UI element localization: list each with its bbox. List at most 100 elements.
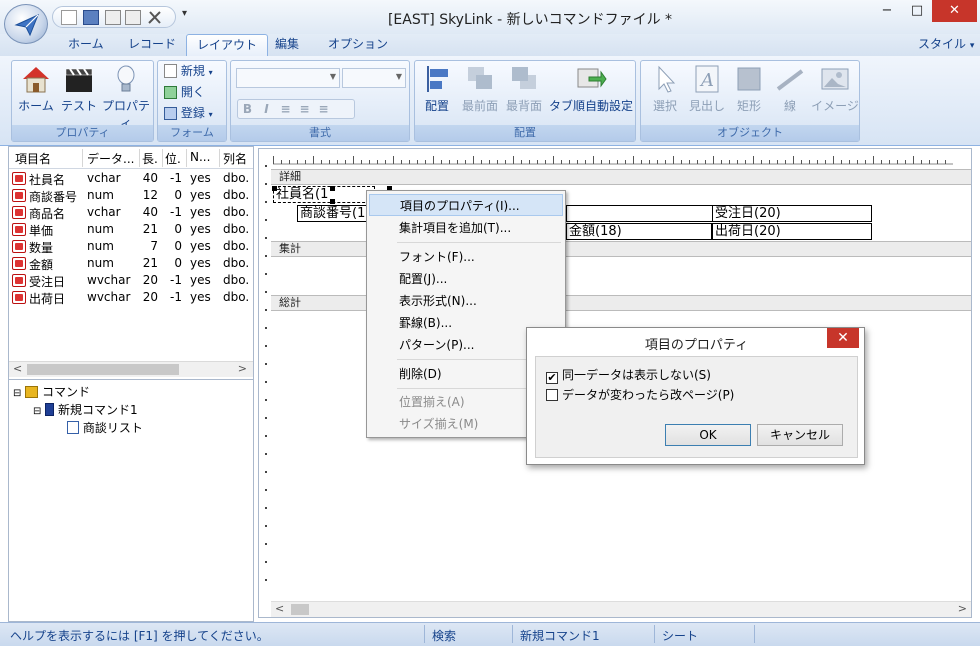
- field-cell: dbo.: [223, 256, 250, 270]
- tab-order-auto-button[interactable]: タブ順自動設定: [547, 63, 635, 114]
- tab-order-auto-label: タブ順自動設定: [548, 99, 633, 113]
- report-field-order-date[interactable]: 受注日(20): [712, 205, 872, 222]
- collapse-icon[interactable]: ⊟: [33, 406, 41, 417]
- field-row[interactable]: 商品名 vchar 40 -1 yes dbo.: [9, 204, 253, 221]
- register-form-button[interactable]: 登録 ▾: [164, 103, 213, 123]
- ribbon-group-property: ホーム テスト プロパティ プロパティ: [11, 60, 154, 142]
- page-break-on-change-checkbox[interactable]: データが変わったら改ページ(P): [546, 387, 734, 403]
- send-to-back-button[interactable]: 最背面: [503, 63, 545, 114]
- tree-node-command[interactable]: ⊟ コマンド: [13, 384, 90, 400]
- scroll-thumb[interactable]: [291, 604, 309, 615]
- menu-item-field-properties[interactable]: 項目のプロパティ(I)...: [369, 194, 563, 216]
- column-header-nullable[interactable]: N...: [190, 150, 210, 164]
- scroll-right-arrow-icon[interactable]: >: [238, 362, 247, 375]
- minimize-button[interactable]: −: [872, 0, 902, 22]
- report-field-blank[interactable]: [566, 205, 712, 222]
- dialog-close-button[interactable]: ✕: [827, 328, 859, 348]
- maximize-button[interactable]: □: [902, 0, 932, 22]
- column-header-item-name[interactable]: 項目名: [15, 150, 51, 167]
- field-cell: 社員名: [29, 173, 66, 187]
- ok-button[interactable]: OK: [665, 424, 751, 446]
- checkbox-checked[interactable]: ✔: [546, 372, 558, 384]
- book-icon: [45, 403, 55, 416]
- field-cell: 21: [142, 222, 158, 236]
- column-header-length[interactable]: 長.: [142, 150, 158, 167]
- collapse-icon[interactable]: ⊟: [13, 388, 21, 399]
- style-menu-label: スタイル: [918, 37, 967, 51]
- field-cell: 出荷日: [29, 292, 66, 306]
- italic-button[interactable]: I: [257, 100, 276, 118]
- rectangle-button[interactable]: 矩形: [731, 63, 767, 114]
- clapperboard-icon: [63, 63, 95, 95]
- ribbon-group-form-label: フォーム: [158, 125, 226, 141]
- report-field-amount[interactable]: 金額(18): [566, 223, 712, 240]
- column-header-scale[interactable]: 位.: [165, 150, 181, 167]
- designer-hscrollbar[interactable]: < >: [271, 601, 971, 617]
- align-center-button[interactable]: ≡: [295, 100, 314, 118]
- selection-handle[interactable]: [330, 186, 335, 191]
- field-icon: [12, 240, 26, 253]
- menu-item-add-summary-field[interactable]: 集計項目を追加(T)...: [369, 217, 563, 239]
- font-size-combo[interactable]: ▼: [342, 68, 406, 88]
- report-field-ship-date[interactable]: 出荷日(20): [712, 223, 872, 240]
- bring-to-front-button[interactable]: 最前面: [459, 63, 501, 114]
- field-row[interactable]: 金額 num 21 0 yes dbo.: [9, 255, 253, 272]
- tab-edit[interactable]: 編集: [265, 34, 309, 56]
- arrange-button[interactable]: 配置: [419, 63, 455, 114]
- field-cell: 12: [142, 188, 158, 202]
- scroll-thumb[interactable]: [27, 364, 179, 375]
- tab-home[interactable]: ホーム: [58, 34, 114, 56]
- field-row[interactable]: 社員名 vchar 40 -1 yes dbo.: [9, 170, 253, 187]
- field-cell: wvchar: [87, 290, 131, 304]
- column-header-column-name[interactable]: 列名: [223, 150, 247, 167]
- style-menu[interactable]: スタイル ▾: [918, 34, 974, 56]
- field-list-hscrollbar[interactable]: < >: [9, 361, 253, 377]
- field-row[interactable]: 受注日 wvchar 20 -1 yes dbo.: [9, 272, 253, 289]
- selection-handle[interactable]: [272, 186, 277, 191]
- field-cell: yes: [190, 256, 211, 270]
- field-row[interactable]: 商談番号 num 12 0 yes dbo.: [9, 187, 253, 204]
- field-cell: 0: [174, 239, 182, 253]
- menu-item-font[interactable]: フォント(F)...: [369, 246, 563, 268]
- property-button[interactable]: プロパティ: [100, 63, 152, 131]
- cancel-button[interactable]: キャンセル: [757, 424, 843, 446]
- tree-node-deal-list[interactable]: 商談リスト: [67, 420, 143, 436]
- select-button[interactable]: 選択: [647, 63, 683, 114]
- field-row[interactable]: 単価 num 21 0 yes dbo.: [9, 221, 253, 238]
- scroll-left-arrow-icon[interactable]: <: [275, 602, 284, 615]
- tree-node-new-command[interactable]: ⊟ 新規コマンド1: [33, 402, 138, 418]
- scroll-left-arrow-icon[interactable]: <: [13, 362, 22, 375]
- status-search: 検索: [432, 629, 457, 643]
- open-form-button[interactable]: 開く: [164, 82, 205, 102]
- tab-record[interactable]: レコード: [118, 34, 186, 56]
- image-button[interactable]: イメージ: [811, 63, 859, 114]
- field-row[interactable]: 出荷日 wvchar 20 -1 yes dbo.: [9, 289, 253, 306]
- font-name-combo[interactable]: ▼: [236, 68, 340, 88]
- application-menu-button[interactable]: [4, 4, 48, 44]
- hide-duplicate-checkbox[interactable]: ✔ 同一データは表示しない(S): [546, 367, 711, 384]
- menu-item-alignment[interactable]: 配置(J)...: [369, 268, 563, 290]
- section-detail[interactable]: 詳細: [271, 169, 971, 185]
- test-button[interactable]: テスト: [60, 63, 98, 114]
- tab-option[interactable]: オプション: [318, 34, 398, 56]
- hide-duplicate-label: 同一データは表示しない(S): [562, 368, 711, 382]
- heading-button[interactable]: A 見出し: [687, 63, 727, 114]
- report-field-employee-name[interactable]: 社員名(1: [273, 186, 375, 203]
- selection-handle[interactable]: [330, 199, 335, 204]
- field-row[interactable]: 数量 num 7 0 yes dbo.: [9, 238, 253, 255]
- field-cell: wvchar: [87, 273, 131, 287]
- close-button[interactable]: ✕: [932, 0, 977, 22]
- tab-layout[interactable]: レイアウト: [186, 34, 269, 56]
- scroll-right-arrow-icon[interactable]: >: [958, 602, 967, 615]
- bold-button[interactable]: B: [238, 100, 257, 118]
- new-form-button[interactable]: 新規 ▾: [164, 61, 213, 81]
- align-right-button[interactable]: ≡: [314, 100, 333, 118]
- column-header-data-type[interactable]: データ...: [87, 150, 134, 167]
- checkbox-unchecked[interactable]: [546, 389, 558, 401]
- home-button[interactable]: ホーム: [16, 63, 56, 114]
- align-left-button[interactable]: ≡: [276, 100, 295, 118]
- menu-item-display-format[interactable]: 表示形式(N)...: [369, 290, 563, 312]
- status-bar: ヘルプを表示するには [F1] を押してください。 検索 新規コマンド1 シート: [0, 622, 980, 646]
- line-button[interactable]: 線: [773, 63, 807, 114]
- field-cell: yes: [190, 188, 211, 202]
